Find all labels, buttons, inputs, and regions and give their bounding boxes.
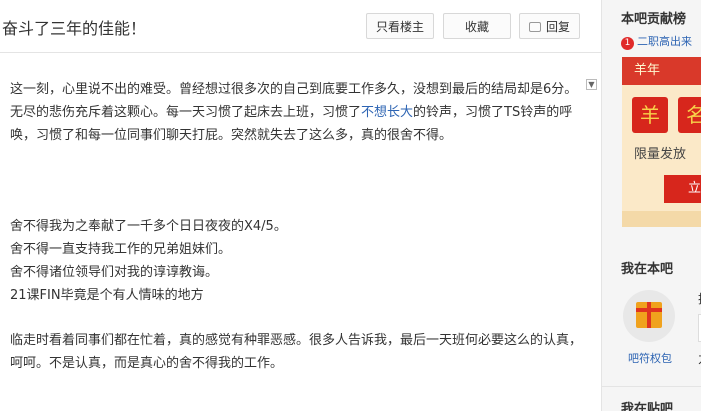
reply-button[interactable]: 回复: [519, 13, 580, 39]
collapse-arrow-icon[interactable]: ▼: [586, 79, 597, 90]
post-line: 舍不得我为之奉献了一千多个日日夜夜的X4/5。: [10, 219, 287, 234]
post-line: 21课FIN毕竟是个有人情味的地方: [10, 288, 204, 303]
me-in-bar-title: 我在本吧: [621, 262, 674, 277]
promo-subtitle: 限量发放: [634, 147, 687, 162]
my-posts-title: 我在贴吧: [621, 402, 674, 411]
main-content: 奋斗了三年的佳能！ 只看楼主 收藏 回复 ▼ 这一刻，心里说不出的难受。曾经想过…: [0, 0, 601, 411]
promo-tile: 羊: [632, 97, 668, 133]
rank-user-link[interactable]: 二职高出来: [637, 35, 692, 48]
post-content: 这一刻，心里说不出的难受。曾经想过很多次的自己到底要工作多久，没想到最后的结局却…: [10, 78, 582, 375]
favorite-button[interactable]: 收藏: [443, 13, 511, 39]
contrib-rank-title: 本吧贡献榜: [621, 12, 687, 27]
rank-row[interactable]: 1 二职高出来: [621, 33, 692, 50]
reply-icon: [528, 21, 541, 32]
rank-badge: 1: [621, 37, 634, 50]
promo-tile: 名: [678, 97, 701, 133]
only-op-button[interactable]: 只看楼主: [366, 13, 434, 39]
post-paragraph: 这一刻，心里说不出的难受。曾经想过很多次的自己到底要工作多久，没想到最后的结局却…: [10, 78, 582, 147]
post-line: 舍不得诸位领导们对我的谆谆教诲。: [10, 265, 219, 280]
gift-icon: [636, 302, 662, 328]
reply-label: 回复: [545, 20, 570, 34]
inline-link[interactable]: 不想长大: [361, 105, 413, 120]
post-line: 舍不得一直支持我工作的兄弟姐妹们。: [10, 242, 232, 257]
promo-top-text: 羊年: [622, 57, 701, 85]
gift-badge[interactable]: [623, 290, 675, 342]
gift-label[interactable]: 吧符权包: [628, 350, 672, 366]
promo-wave-decoration: [622, 211, 701, 227]
thread-header: 奋斗了三年的佳能！ 只看楼主 收藏 回复: [0, 0, 601, 53]
thread-title: 奋斗了三年的佳能！: [2, 19, 147, 38]
promo-button[interactable]: 立: [664, 175, 701, 203]
post-paragraph: 临走时看着同事们都在忙着，真的感觉有种罪恶感。很多人告诉我，最后一天班何必要这么…: [10, 333, 583, 371]
promo-banner[interactable]: 羊年 羊 名 限量发放 立: [622, 57, 701, 227]
divider: [602, 386, 701, 387]
sidebar: 本吧贡献榜 1二职高出来 羊年 羊 名 限量发放 立 我在本吧 吧符权包 技 力…: [601, 0, 701, 411]
